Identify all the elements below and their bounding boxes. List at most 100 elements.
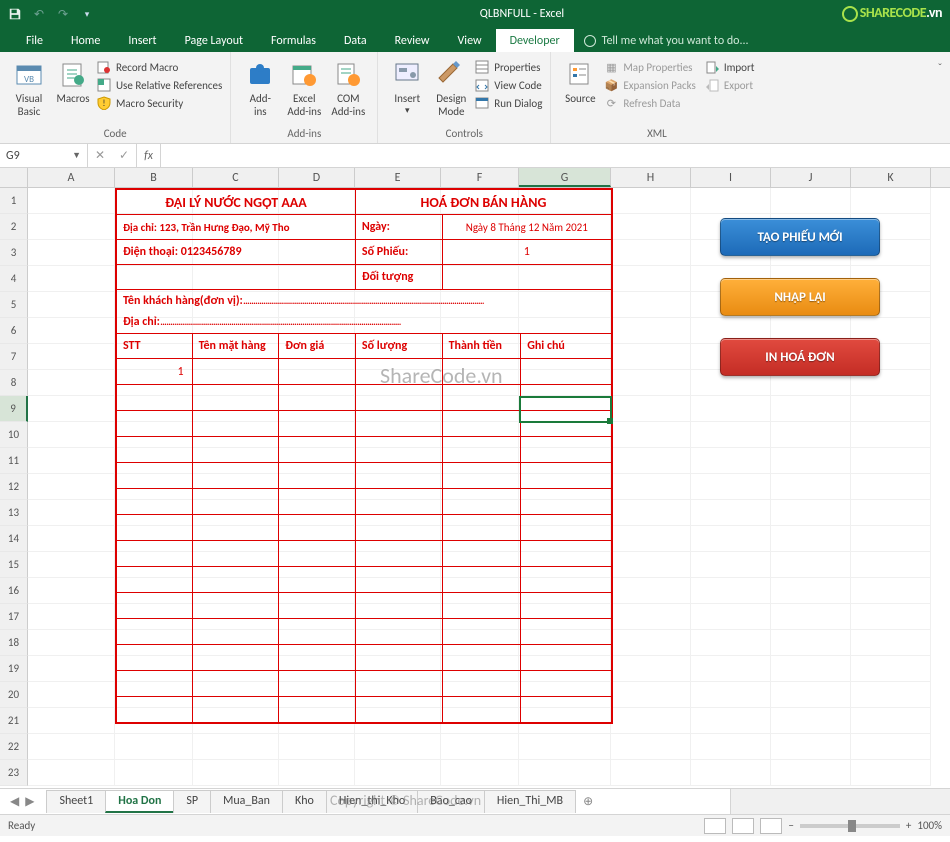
cell[interactable]: [28, 422, 115, 448]
cell[interactable]: [519, 760, 611, 786]
refresh-data-button[interactable]: ⟳Refresh Data: [603, 94, 695, 112]
cell[interactable]: [691, 188, 771, 214]
sheet-tab-hien-thi-mb[interactable]: Hien_Thi_MB: [484, 790, 576, 813]
chevron-down-icon[interactable]: ▼: [72, 150, 81, 161]
cell[interactable]: [691, 734, 771, 760]
cell[interactable]: [28, 682, 115, 708]
cell[interactable]: [771, 448, 851, 474]
cell[interactable]: [611, 318, 691, 344]
cell[interactable]: [851, 682, 931, 708]
cell[interactable]: [193, 734, 279, 760]
cell[interactable]: [611, 682, 691, 708]
cancel-formula-icon[interactable]: ✕: [88, 148, 112, 163]
cell[interactable]: [851, 578, 931, 604]
cell[interactable]: [851, 526, 931, 552]
com-addins-button[interactable]: COM Add-ins: [327, 56, 369, 125]
col-header-B[interactable]: B: [115, 168, 193, 187]
cell[interactable]: [851, 422, 931, 448]
cell[interactable]: [28, 656, 115, 682]
row-header-11[interactable]: 11: [0, 448, 28, 474]
row-header-23[interactable]: 23: [0, 760, 28, 786]
cell[interactable]: [28, 448, 115, 474]
cell[interactable]: [691, 526, 771, 552]
row-header-1[interactable]: 1: [0, 188, 28, 214]
col-header-A[interactable]: A: [28, 168, 115, 187]
tab-developer[interactable]: Developer: [496, 29, 574, 52]
cell[interactable]: [771, 604, 851, 630]
cell[interactable]: [691, 578, 771, 604]
cell[interactable]: [28, 318, 115, 344]
cell[interactable]: [441, 760, 519, 786]
zoom-in-button[interactable]: +: [906, 819, 911, 832]
zoom-level[interactable]: 100%: [917, 819, 942, 832]
cell[interactable]: [28, 708, 115, 734]
col-header-D[interactable]: D: [279, 168, 355, 187]
cell[interactable]: [355, 760, 441, 786]
row-header-15[interactable]: 15: [0, 552, 28, 578]
cell[interactable]: [851, 630, 931, 656]
row-header-10[interactable]: 10: [0, 422, 28, 448]
collapse-ribbon-icon[interactable]: ˇ: [930, 52, 950, 143]
tab-view[interactable]: View: [444, 30, 496, 52]
cell[interactable]: [691, 656, 771, 682]
cell[interactable]: [771, 760, 851, 786]
sheet-tab-bao-cao[interactable]: Bao_cao: [417, 790, 485, 813]
cell[interactable]: [851, 552, 931, 578]
col-header-I[interactable]: I: [691, 168, 771, 187]
cell[interactable]: [851, 474, 931, 500]
cell[interactable]: [611, 578, 691, 604]
cell[interactable]: [691, 422, 771, 448]
cell[interactable]: [115, 734, 193, 760]
col-header-H[interactable]: H: [611, 168, 691, 187]
cell[interactable]: [28, 396, 115, 422]
sheet-tab-sheet1[interactable]: Sheet1: [46, 790, 106, 813]
insert-control-button[interactable]: Insert▾: [386, 56, 428, 125]
cell[interactable]: [691, 708, 771, 734]
cell[interactable]: [28, 240, 115, 266]
row-header-20[interactable]: 20: [0, 682, 28, 708]
tab-page-layout[interactable]: Page Layout: [171, 30, 257, 52]
cell[interactable]: [771, 474, 851, 500]
select-all-corner[interactable]: [0, 168, 28, 187]
cell[interactable]: [355, 734, 441, 760]
print-invoice-button[interactable]: IN HOÁ ĐƠN: [720, 338, 880, 376]
cell[interactable]: [771, 734, 851, 760]
cell[interactable]: [771, 188, 851, 214]
cell[interactable]: [691, 396, 771, 422]
cell[interactable]: [28, 630, 115, 656]
cell[interactable]: [611, 760, 691, 786]
cell[interactable]: [611, 266, 691, 292]
tab-review[interactable]: Review: [381, 30, 444, 52]
cell[interactable]: [851, 656, 931, 682]
cell[interactable]: [611, 240, 691, 266]
cell[interactable]: [771, 682, 851, 708]
cell[interactable]: [611, 708, 691, 734]
cell[interactable]: [851, 734, 931, 760]
cell[interactable]: [611, 500, 691, 526]
cell[interactable]: [691, 604, 771, 630]
cell[interactable]: [851, 760, 931, 786]
tab-home[interactable]: Home: [57, 30, 114, 52]
cell[interactable]: [28, 292, 115, 318]
formula-input[interactable]: [161, 144, 950, 167]
tab-file[interactable]: File: [12, 30, 57, 52]
row-header-4[interactable]: 4: [0, 266, 28, 292]
zoom-slider[interactable]: [800, 824, 900, 828]
row-header-16[interactable]: 16: [0, 578, 28, 604]
run-dialog-button[interactable]: Run Dialog: [474, 94, 542, 112]
addins-button[interactable]: Add- ins: [239, 56, 281, 125]
tab-insert[interactable]: Insert: [114, 30, 170, 52]
cell[interactable]: [771, 630, 851, 656]
cell[interactable]: [28, 500, 115, 526]
col-header-C[interactable]: C: [193, 168, 279, 187]
export-button[interactable]: Export: [704, 76, 755, 94]
macros-button[interactable]: Macros: [52, 56, 94, 125]
row-header-22[interactable]: 22: [0, 734, 28, 760]
sheet-tab-kho[interactable]: Kho: [282, 790, 327, 813]
cell[interactable]: [611, 188, 691, 214]
visual-basic-button[interactable]: VB Visual Basic: [8, 56, 50, 125]
cell[interactable]: [28, 760, 115, 786]
cell[interactable]: [691, 474, 771, 500]
cell[interactable]: [771, 552, 851, 578]
cell[interactable]: [279, 760, 355, 786]
